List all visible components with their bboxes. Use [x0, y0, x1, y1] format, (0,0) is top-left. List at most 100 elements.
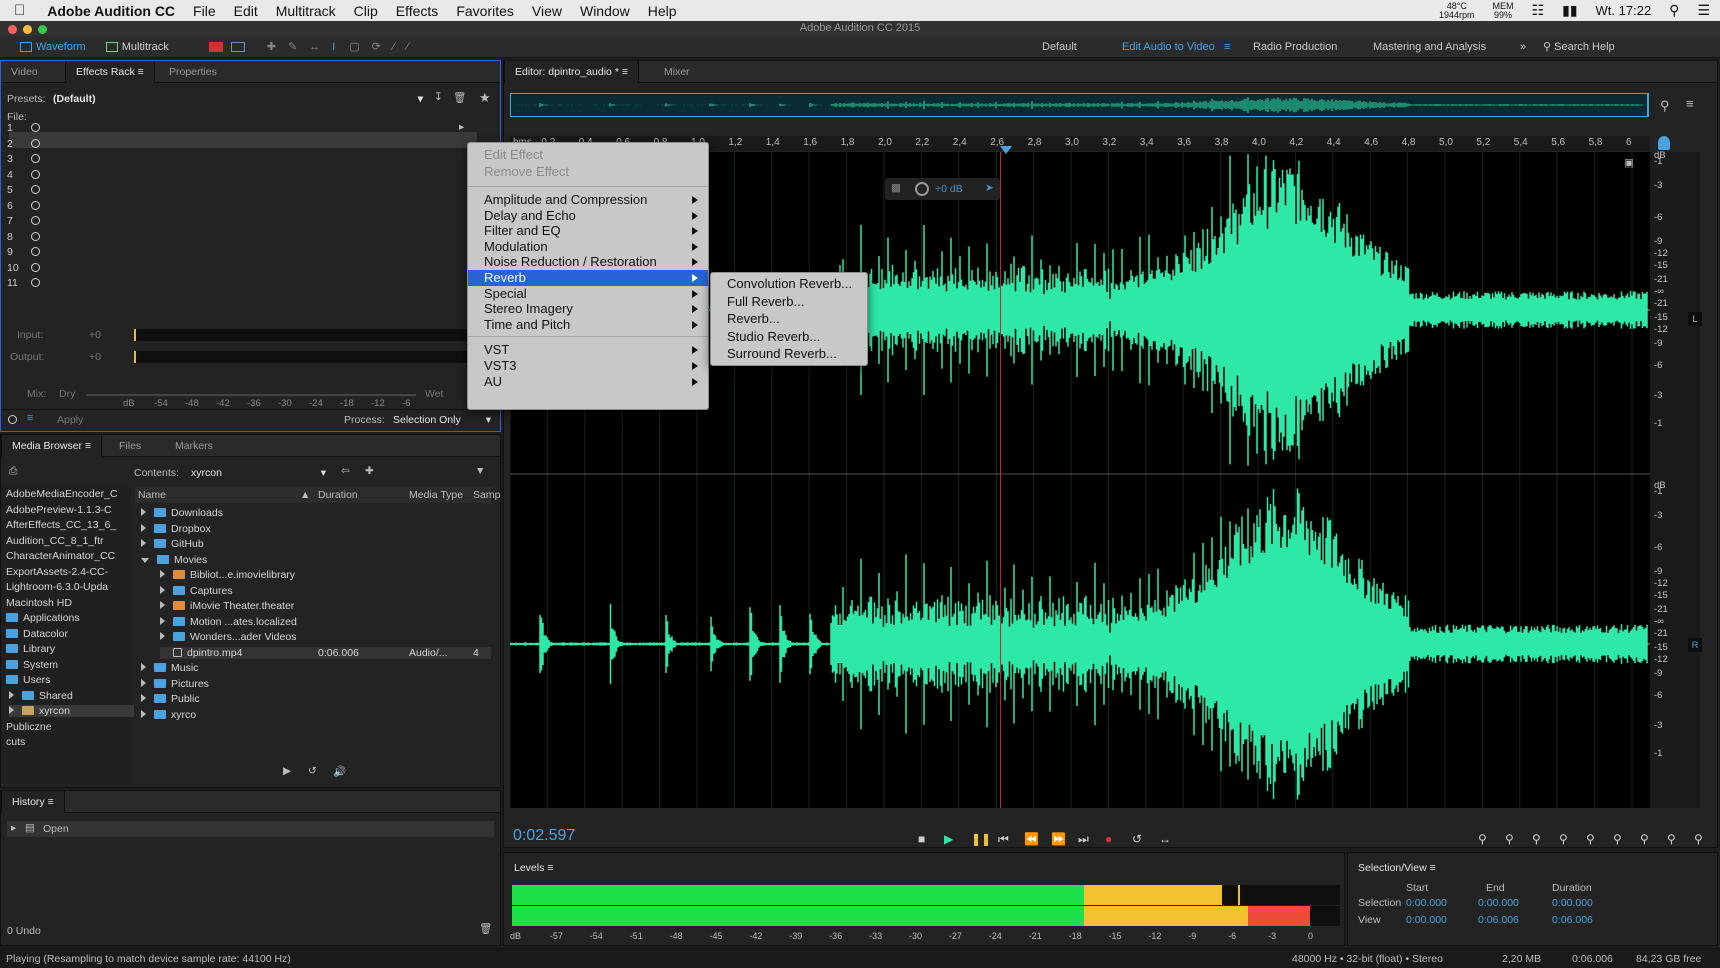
zoom-out-amplitude-icon[interactable]: ⚲	[1505, 832, 1514, 846]
submenu-item-reverb-[interactable]: Reverb...	[711, 311, 867, 327]
zoom-in-right-icon[interactable]: ⚲	[1640, 832, 1649, 846]
filter-icon[interactable]: ▼	[475, 465, 485, 477]
zoom-window-icon[interactable]	[38, 25, 47, 34]
menu-item-vst3[interactable]: VST3	[468, 358, 708, 374]
go-start-icon[interactable]: ⏮	[998, 832, 1009, 847]
tree-row[interactable]: Movies	[141, 554, 491, 566]
tab-mixer[interactable]: Mixer	[654, 61, 700, 83]
tree-row[interactable]: GitHub	[141, 538, 491, 550]
view-start[interactable]: 0:00.000	[1406, 914, 1447, 926]
expand-icon[interactable]	[160, 601, 165, 609]
pitch-display-icon[interactable]	[230, 41, 245, 52]
channel-right[interactable]: R	[1688, 638, 1702, 652]
rack-slot[interactable]: 4	[7, 169, 40, 185]
submenu-item-convolution-reverb-[interactable]: Convolution Reverb...	[711, 276, 867, 292]
spotlight-icon[interactable]: ⚲	[1669, 2, 1679, 19]
expand-icon[interactable]	[141, 539, 146, 547]
location-item[interactable]: AdobePreview-1.1.3-C	[6, 504, 131, 516]
location-item[interactable]: Shared	[9, 690, 134, 702]
favorite-star-icon[interactable]: ★	[479, 90, 491, 106]
minimize-window-icon[interactable]	[23, 25, 32, 34]
workspace-edit-audio-to-video[interactable]: Edit Audio to Video	[1122, 36, 1215, 58]
expand-icon[interactable]	[141, 557, 149, 563]
expand-icon[interactable]	[141, 523, 146, 532]
location-item[interactable]: Audition_CC_8_1_ftr	[6, 535, 131, 547]
wifi-icon[interactable]: ☷	[1532, 2, 1545, 19]
expand-icon[interactable]	[160, 632, 165, 640]
rack-slot[interactable]: 3	[7, 153, 40, 169]
location-item[interactable]: cuts	[6, 736, 131, 748]
rack-slot[interactable]: 2	[7, 138, 40, 154]
location-item[interactable]: Applications	[6, 612, 131, 624]
slip-tool-icon[interactable]: ↔	[309, 41, 320, 53]
location-item[interactable]: AdobeMediaEncoder_C	[6, 488, 131, 500]
location-item[interactable]: Library	[6, 643, 131, 655]
selection-duration[interactable]: 0:00.000	[1552, 897, 1593, 909]
go-end-icon[interactable]: ⏭	[1078, 832, 1089, 847]
tab-files[interactable]: Files	[109, 435, 151, 457]
battery-icon[interactable]: ▮▮	[1562, 2, 1577, 19]
move-tool-icon[interactable]: ✚	[267, 40, 276, 53]
brush-tool-icon[interactable]: ∕	[393, 41, 395, 53]
mix-slider[interactable]	[86, 394, 416, 396]
power-icon[interactable]	[31, 262, 40, 272]
zoom-to-selection-icon[interactable]: ⚲	[1586, 832, 1595, 846]
power-icon[interactable]	[31, 216, 40, 225]
rack-slot[interactable]: 1	[7, 122, 40, 138]
back-icon[interactable]: ⇦	[341, 465, 350, 477]
location-item[interactable]: Users	[6, 674, 131, 686]
add-shortcut-icon[interactable]: ✚	[365, 465, 374, 477]
marquee-tool-icon[interactable]: ▢	[349, 40, 359, 53]
menu-item-vst[interactable]: VST	[468, 342, 708, 358]
location-item[interactable]: System	[6, 659, 131, 671]
menu-help[interactable]: Help	[648, 3, 677, 19]
menu-item-filter-and-eq[interactable]: Filter and EQ	[468, 223, 708, 239]
power-icon[interactable]	[31, 278, 40, 287]
fast-forward-icon[interactable]: ⏩	[1051, 832, 1066, 846]
spectral-display-icon[interactable]	[208, 41, 223, 52]
tree-row[interactable]: Music	[141, 662, 491, 674]
play-icon[interactable]: ▶	[944, 832, 953, 846]
clock[interactable]: Wt. 17:22	[1596, 3, 1652, 18]
rewind-icon[interactable]: ⏪	[1024, 832, 1039, 846]
menu-multitrack[interactable]: Multitrack	[276, 3, 336, 19]
current-time[interactable]: 0:02.597	[513, 827, 575, 845]
expand-icon[interactable]	[160, 616, 165, 625]
clear-history-icon[interactable]: 🗑	[479, 922, 492, 935]
playhead-handle[interactable]	[1000, 146, 1012, 154]
autoplay-icon[interactable]: 🔊	[333, 765, 346, 778]
zoom-in-time-icon[interactable]: ⚲	[1532, 832, 1541, 846]
power-icon[interactable]	[31, 185, 40, 194]
panel-menu-icon[interactable]: ≡	[1686, 96, 1694, 111]
menu-item-time-and-pitch[interactable]: Time and Pitch	[468, 317, 708, 333]
expand-icon[interactable]	[141, 678, 146, 687]
delete-preset-icon[interactable]: 🗑	[453, 91, 466, 104]
tab-markers[interactable]: Markers	[165, 435, 223, 457]
skip-selection-icon[interactable]: ↔	[1159, 832, 1171, 846]
close-window-icon[interactable]	[8, 25, 17, 34]
slot-menu-arrow-icon[interactable]: ▸	[459, 121, 464, 133]
expand-icon[interactable]	[9, 706, 14, 714]
zoom-all-icon[interactable]: ⚲	[1694, 832, 1703, 846]
zoom-out-time-icon[interactable]: ⚲	[1559, 832, 1568, 846]
rack-slot[interactable]: 10	[7, 262, 40, 278]
menu-item-stereo-imagery[interactable]: Stereo Imagery	[468, 301, 708, 317]
menu-item-noise-reduction-restoration[interactable]: Noise Reduction / Restoration	[468, 254, 708, 270]
workspace-mastering[interactable]: Mastering and Analysis	[1373, 36, 1486, 58]
column-media-type[interactable]: Media Type	[409, 489, 463, 501]
loop-preview-icon[interactable]: ↺	[308, 765, 317, 777]
presets-dropdown[interactable]: (Default) ▾	[53, 93, 423, 105]
waveform-view-button[interactable]: Waveform	[20, 41, 86, 53]
column-duration[interactable]: Duration	[318, 489, 358, 501]
location-item[interactable]: Lightroom-6.3.0-Upda	[6, 581, 131, 593]
spot-healing-tool-icon[interactable]: ∕	[407, 41, 409, 53]
location-item[interactable]: AfterEffects_CC_13_6_	[6, 519, 131, 531]
multitrack-view-button[interactable]: Multitrack	[105, 41, 169, 53]
location-item[interactable]: xyrcon	[9, 705, 134, 717]
expand-icon[interactable]	[160, 585, 165, 594]
tab-properties[interactable]: Properties	[159, 61, 227, 83]
rack-slot[interactable]: 6	[7, 200, 40, 216]
workspace-default[interactable]: Default	[1042, 36, 1077, 58]
selection-view-title[interactable]: Selection/View ≡	[1358, 862, 1436, 874]
contents-dropdown[interactable]: xyrcon ▾	[191, 467, 326, 479]
